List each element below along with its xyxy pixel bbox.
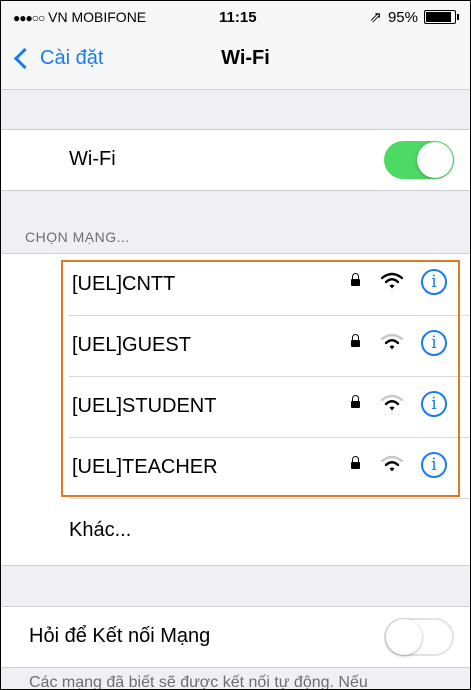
ask-to-join-toggle[interactable]	[384, 618, 454, 656]
wifi-toggle[interactable]	[384, 141, 454, 179]
wifi-signal-icon	[381, 333, 403, 350]
navigation-bar: Cài đặt Wi-Fi	[1, 31, 470, 90]
wifi-signal-icon	[381, 272, 403, 289]
toggle-knob	[386, 619, 422, 655]
network-row[interactable]: [UEL]TEACHER i	[69, 437, 470, 499]
status-bar: ●●●○○ VN MOBIFONE 11:15 ⇗ 95%	[1, 1, 470, 31]
battery-icon	[424, 10, 459, 24]
info-icon[interactable]: i	[421, 330, 447, 356]
network-name: [UEL]GUEST	[72, 334, 191, 356]
wifi-label: Wi-Fi	[69, 148, 116, 170]
lock-icon	[351, 456, 360, 469]
toggle-knob	[417, 142, 453, 178]
ask-to-join-label: Hỏi để Kết nối Mạng	[29, 625, 211, 647]
network-row[interactable]: [UEL]GUEST i	[69, 315, 470, 377]
network-name: [UEL]CNTT	[72, 273, 176, 295]
status-right: ⇗ 95%	[369, 8, 459, 26]
info-icon[interactable]: i	[421, 269, 447, 295]
network-row[interactable]: [UEL]STUDENT i	[69, 376, 470, 438]
lock-icon	[351, 273, 360, 286]
networks-section-header: CHỌN MẠNG...	[25, 229, 130, 245]
lock-icon	[351, 334, 360, 347]
info-icon[interactable]: i	[421, 452, 447, 478]
battery-percent: 95%	[387, 8, 418, 26]
wifi-toggle-row: Wi-Fi	[1, 129, 470, 191]
battery-fill	[426, 12, 451, 22]
status-time: 11:15	[219, 9, 257, 26]
phone-screen: ●●●○○ VN MOBIFONE 11:15 ⇗ 95% Cài đặt Wi…	[0, 0, 471, 690]
info-icon[interactable]: i	[421, 391, 447, 417]
ask-to-join-row: Hỏi để Kết nối Mạng	[1, 606, 470, 668]
location-icon: ⇗	[369, 9, 382, 26]
network-name: [UEL]TEACHER	[72, 456, 218, 478]
wifi-signal-icon	[381, 455, 403, 472]
ask-to-join-footnote: Các mạng đã biết sẽ được kết nối tự động…	[29, 674, 368, 690]
carrier-name: VN MOBIFONE	[48, 9, 147, 25]
other-network-button[interactable]: Khác...	[69, 519, 131, 542]
carrier: ●●●○○ VN MOBIFONE	[13, 9, 146, 25]
wifi-signal-icon	[381, 394, 403, 411]
network-name: [UEL]STUDENT	[72, 395, 217, 417]
page-title: Wi-Fi	[221, 47, 270, 69]
lock-icon	[351, 395, 360, 408]
network-row[interactable]: [UEL]CNTT i	[69, 254, 470, 316]
signal-dots: ●●●○○	[13, 11, 45, 25]
